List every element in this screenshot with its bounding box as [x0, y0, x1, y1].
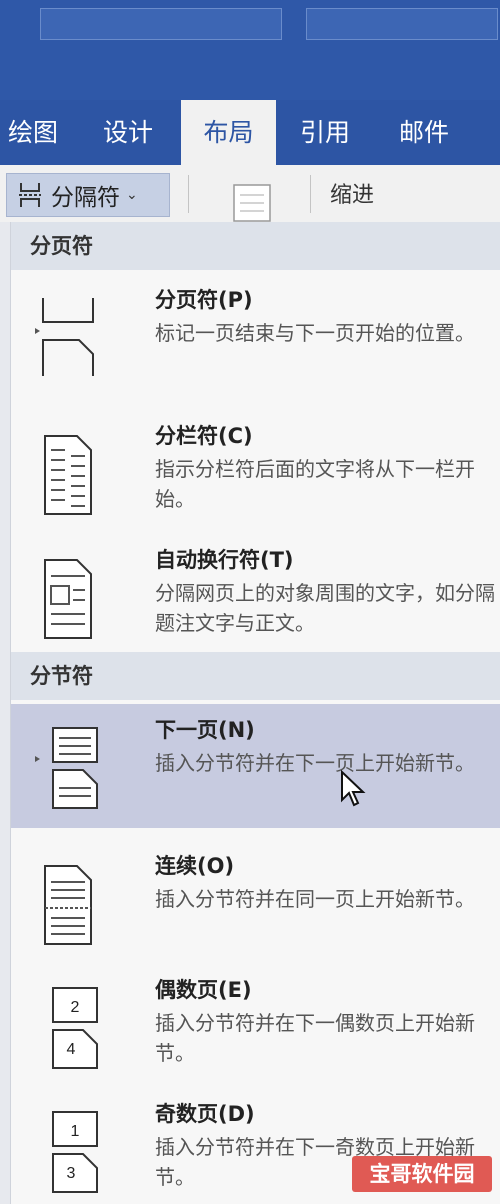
menu-item-description: 插入分节符并在下一偶数页上开始新节。	[155, 1011, 475, 1065]
watermark: 宝哥软件园	[352, 1156, 492, 1192]
menu-item-page-break[interactable]: 分页符(P) 标记一页结束与下一页开始的位置。	[11, 274, 500, 392]
column-break-icon	[44, 435, 92, 515]
window-control	[40, 8, 282, 40]
window-control	[306, 8, 498, 40]
menu-item-title: 自动换行符(T)	[155, 548, 294, 572]
menu-item-column-break[interactable]: 分栏符(C) 指示分栏符后面的文字将从下一栏开始。	[11, 410, 500, 528]
chevron-down-icon: ⌄	[126, 187, 138, 203]
menu-item-description: 分隔网页上的对象周围的文字，如分隔题注文字与正文。	[155, 581, 495, 635]
svg-text:1: 1	[71, 1123, 80, 1140]
indent-label: 缩进	[330, 183, 375, 208]
page-icon	[233, 184, 271, 222]
breaks-dropdown-menu: 分页符 分页符(P) 标记一页结束与下一页开始的位置。 分栏符(C) 指示分栏符…	[10, 222, 500, 1204]
page-break-icon	[35, 298, 94, 376]
divider	[310, 175, 311, 213]
menu-item-even-page[interactable]: 2 4 偶数页(E) 插入分节符并在下一偶数页上开始新节。	[11, 964, 500, 1082]
breaks-icon	[19, 183, 41, 207]
menu-item-description: 插入分节符并在下一页上开始新节。	[155, 751, 475, 775]
text-wrapping-icon	[44, 559, 92, 639]
tab-design[interactable]: 设计	[103, 100, 153, 165]
menu-item-title: 下一页(N)	[155, 718, 255, 742]
menu-item-text-wrapping[interactable]: 自动换行符(T) 分隔网页上的对象周围的文字，如分隔题注文字与正文。	[11, 534, 500, 662]
menu-item-title: 偶数页(E)	[155, 978, 252, 1002]
menu-item-description: 指示分栏符后面的文字将从下一栏开始。	[155, 457, 475, 511]
tab-mailings[interactable]: 邮件	[399, 100, 449, 165]
ribbon-tabs: 绘图 设计 布局 引用 邮件	[0, 100, 500, 165]
menu-item-next-page[interactable]: 下一页(N) 插入分节符并在下一页上开始新节。	[11, 704, 500, 828]
menu-item-title: 奇数页(D)	[155, 1102, 255, 1126]
section-header-page-breaks: 分页符	[11, 222, 500, 270]
ribbon-toolbar: 分隔符 ⌄ 缩进	[0, 165, 500, 222]
tab-references[interactable]: 引用	[300, 100, 350, 165]
even-page-icon: 2 4	[52, 987, 98, 1069]
section-header-section-breaks: 分节符	[11, 652, 500, 700]
svg-text:2: 2	[71, 999, 80, 1016]
next-page-icon	[35, 727, 98, 809]
svg-text:3: 3	[67, 1165, 76, 1182]
menu-item-title: 分栏符(C)	[155, 424, 253, 448]
menu-item-title: 分页符(P)	[155, 288, 253, 312]
odd-page-icon: 1 3	[52, 1111, 98, 1193]
continuous-icon	[44, 865, 92, 945]
menu-item-continuous[interactable]: 连续(O) 插入分节符并在同一页上开始新节。	[11, 840, 500, 958]
title-bar	[0, 0, 500, 100]
svg-text:4: 4	[67, 1041, 76, 1058]
divider	[188, 175, 189, 213]
menu-item-description: 标记一页结束与下一页开始的位置。	[155, 321, 475, 345]
tab-layout[interactable]: 布局	[181, 100, 276, 165]
menu-item-description: 插入分节符并在同一页上开始新节。	[155, 887, 475, 911]
tab-draw[interactable]: 绘图	[8, 100, 58, 165]
breaks-label: 分隔符	[51, 185, 120, 211]
menu-item-title: 连续(O)	[155, 854, 235, 878]
mouse-cursor-icon	[341, 770, 366, 807]
breaks-button[interactable]: 分隔符 ⌄	[6, 173, 170, 217]
